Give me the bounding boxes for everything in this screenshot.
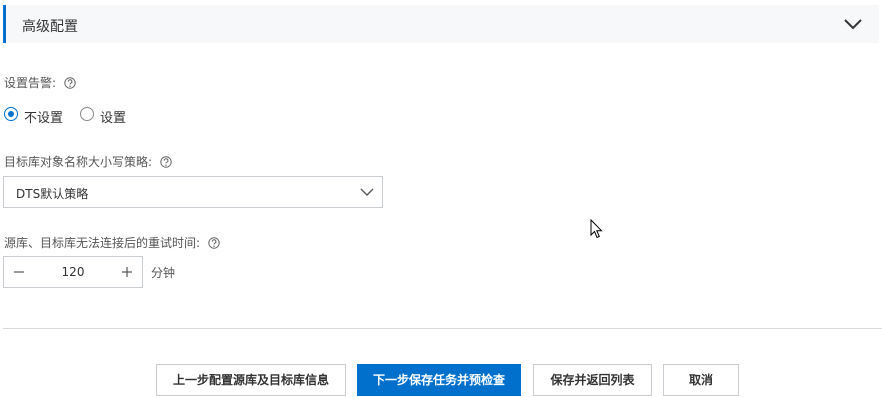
- cancel-button[interactable]: 取消: [663, 364, 739, 396]
- retry-unit: 分钟: [151, 266, 176, 280]
- radio-circle[interactable]: [4, 107, 18, 121]
- next-step-precheck-button[interactable]: 下一步保存任务并预检查: [357, 364, 521, 396]
- footer-divider: [3, 328, 882, 329]
- alert-label-row: 设置告警:: [4, 74, 76, 91]
- save-and-return-button[interactable]: 保存并返回列表: [533, 364, 652, 396]
- alert-label: 设置告警:: [4, 76, 57, 90]
- case-policy-select[interactable]: DTS默认策略: [3, 176, 383, 208]
- plus-icon[interactable]: [112, 257, 142, 287]
- help-icon[interactable]: [64, 77, 76, 89]
- chevron-down-icon[interactable]: [360, 186, 374, 198]
- retry-time-value[interactable]: 120: [34, 265, 112, 279]
- radio-circle[interactable]: [80, 107, 94, 121]
- radio-label: 设置: [100, 111, 127, 126]
- radio-label: 不设置: [24, 111, 64, 126]
- prev-step-button[interactable]: 上一步配置源库及目标库信息: [156, 364, 346, 396]
- case-policy-label-row: 目标库对象名称大小写策略:: [4, 153, 172, 170]
- retry-label: 源库、目标库无法连接后的重试时间:: [4, 236, 201, 250]
- select-value: DTS默认策略: [16, 187, 89, 201]
- advanced-config-header[interactable]: 高级配置: [3, 5, 879, 43]
- case-policy-label: 目标库对象名称大小写策略:: [4, 155, 153, 169]
- mouse-cursor-icon: [590, 219, 603, 239]
- section-title: 高级配置: [22, 19, 78, 35]
- retry-label-row: 源库、目标库无法连接后的重试时间:: [4, 234, 220, 251]
- help-icon[interactable]: [208, 237, 220, 249]
- retry-time-stepper[interactable]: 120: [3, 256, 143, 288]
- minus-icon[interactable]: [4, 257, 34, 287]
- help-icon[interactable]: [160, 156, 172, 168]
- chevron-down-icon[interactable]: [843, 16, 863, 32]
